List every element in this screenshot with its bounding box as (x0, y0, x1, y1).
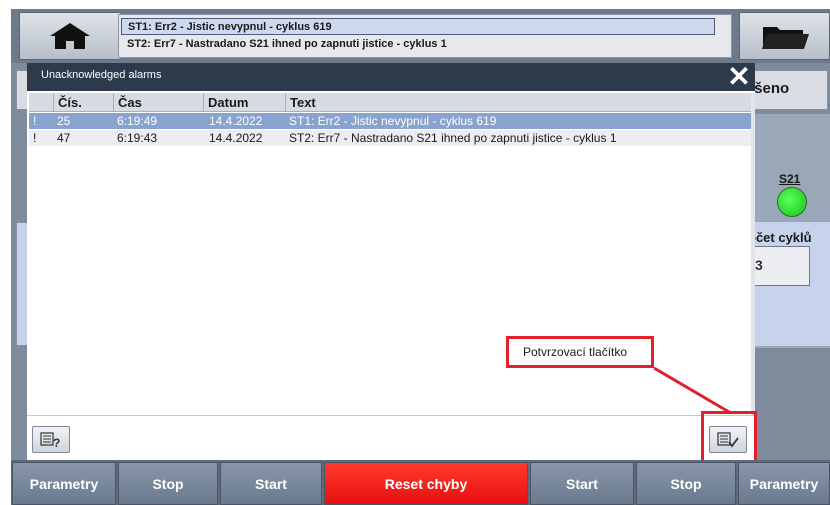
alarm-window-footer: ? (27, 415, 755, 460)
alarm-number: 25 (57, 114, 71, 128)
column-header-time[interactable]: Čas (113, 93, 203, 112)
s21-lamp-label: S21 (779, 172, 801, 186)
alarm-info-button[interactable]: ? (32, 426, 70, 453)
table-scrollbar[interactable] (751, 93, 755, 415)
start-button-left[interactable]: Start (220, 462, 322, 505)
stop-button-left[interactable]: Stop (118, 462, 218, 505)
alarm-time: 6:19:49 (117, 114, 158, 128)
alarm-text: ST1: Err2 - Jistic nevypnul - cyklus 619 (289, 114, 497, 128)
alarm-banner[interactable]: ST1: Err2 - Jistic nevypnul - cyklus 619… (118, 14, 732, 58)
cycle-count-field: 3 (752, 246, 810, 286)
column-header-date[interactable]: Datum (203, 93, 285, 112)
folder-button[interactable] (739, 12, 830, 60)
alarm-number: 47 (57, 131, 71, 145)
column-header-number[interactable]: Čís. (53, 93, 113, 112)
parametry-button-right[interactable]: Parametry (738, 462, 830, 505)
cycle-count-label: očet cyklů (748, 230, 812, 245)
alarm-text: ST2: Err7 - Nastradano S21 ihned po zapn… (289, 131, 617, 145)
alarm-info-icon: ? (40, 431, 60, 449)
folder-icon (761, 27, 809, 49)
alarm-window-title: Unacknowledged alarms (27, 63, 755, 91)
svg-text:?: ? (53, 436, 60, 449)
annotation-highlight (701, 411, 757, 463)
column-header-text[interactable]: Text (285, 93, 751, 112)
stop-button-right[interactable]: Stop (636, 462, 736, 505)
s21-lamp-indicator (777, 187, 807, 217)
annotation-label: Potvrzovací tlačítko (506, 336, 654, 368)
alarm-table-header: Čís. Čas Datum Text (29, 93, 751, 112)
banner-line-1: ST1: Err2 - Jistic nevypnul - cyklus 619 (121, 18, 715, 35)
alarm-time: 6:19:43 (117, 131, 158, 145)
reset-errors-button[interactable]: Reset chyby (324, 462, 528, 505)
alarm-date: 14.4.2022 (209, 131, 263, 145)
close-button[interactable]: ✕ (725, 61, 753, 92)
table-row[interactable]: ! 25 6:19:49 14.4.2022 ST1: Err2 - Jisti… (29, 113, 751, 129)
alarm-flag: ! (33, 114, 37, 128)
home-button[interactable] (19, 12, 121, 60)
start-button-right[interactable]: Start (530, 462, 634, 505)
table-row[interactable]: ! 47 6:19:43 14.4.2022 ST2: Err7 - Nastr… (29, 130, 751, 146)
parametry-button-left[interactable]: Parametry (12, 462, 116, 505)
alarm-window: Unacknowledged alarms ✕ Čís. Čas Datum T… (27, 63, 755, 460)
close-icon: ✕ (727, 61, 751, 92)
alarm-flag: ! (33, 131, 37, 145)
banner-line-2: ST2: Err7 - Nastradano S21 ihned po zapn… (127, 38, 447, 50)
alarm-date: 14.4.2022 (209, 114, 263, 128)
home-icon (50, 23, 90, 49)
